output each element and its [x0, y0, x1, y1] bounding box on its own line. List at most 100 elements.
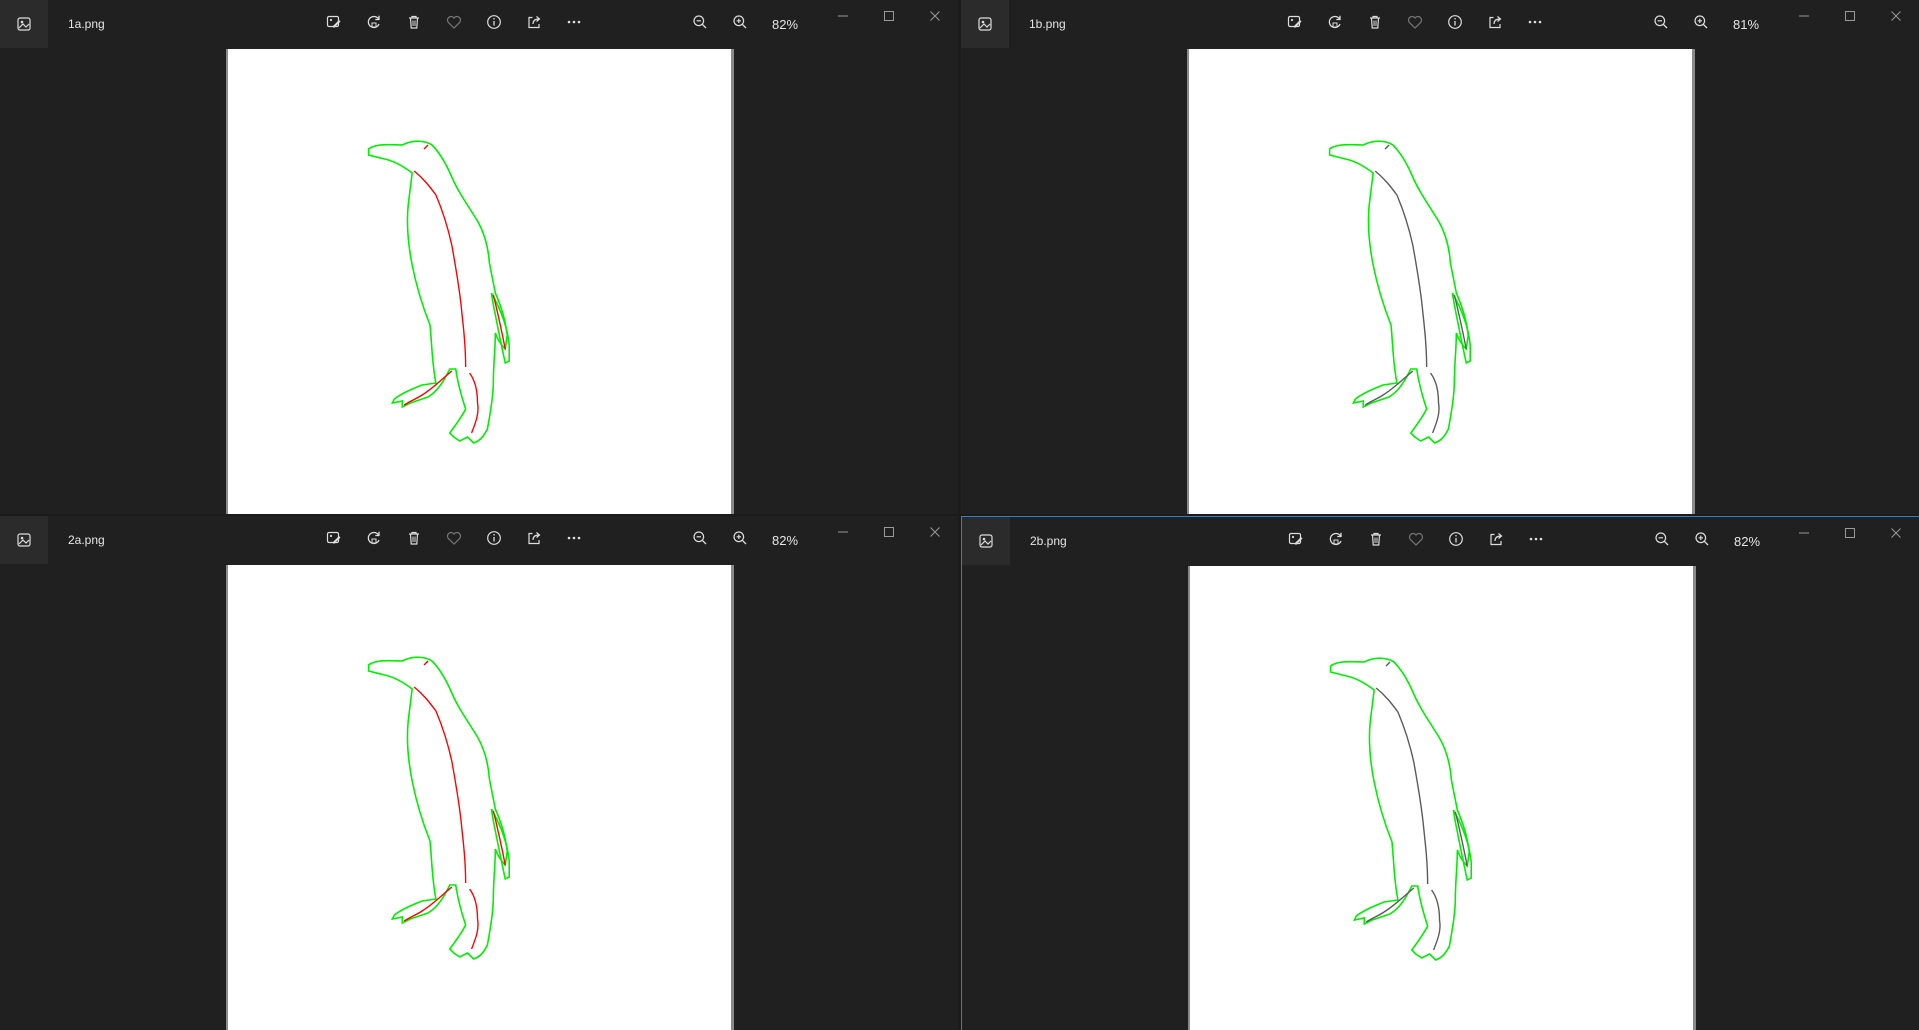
edit-image-button[interactable]	[1275, 12, 1315, 36]
rotate-button[interactable]	[354, 528, 394, 552]
zoom-out-icon	[1654, 531, 1670, 552]
edit-image-button[interactable]	[314, 528, 354, 552]
photo-window-1b: 1b.png 81%	[961, 0, 1919, 514]
minimize-button[interactable]	[1781, 521, 1827, 549]
share-icon	[526, 530, 542, 551]
favorite-button[interactable]	[434, 528, 474, 552]
photos-app-icon[interactable]	[962, 517, 1010, 565]
photos-app-icon[interactable]	[0, 0, 48, 48]
penguin-interior-line	[1430, 372, 1440, 434]
share-button[interactable]	[514, 528, 554, 552]
favorite-button[interactable]	[1395, 12, 1435, 36]
delete-button[interactable]	[1356, 529, 1396, 553]
rotate-button[interactable]	[1316, 529, 1356, 553]
photo-window-2b: 2b.png 82%	[961, 516, 1919, 1030]
title-bar: 1a.png 82%	[0, 0, 958, 48]
zoom-level[interactable]: 81%	[1733, 17, 1759, 32]
zoom-out-button[interactable]	[680, 12, 720, 36]
close-button[interactable]	[912, 4, 958, 32]
zoom-out-button[interactable]	[680, 528, 720, 552]
zoom-controls: 82%	[680, 12, 798, 36]
maximize-button[interactable]	[1827, 521, 1873, 549]
maximize-button[interactable]	[866, 520, 912, 548]
share-button[interactable]	[1476, 529, 1516, 553]
delete-button[interactable]	[394, 528, 434, 552]
more-icon	[1527, 14, 1543, 35]
favorite-button[interactable]	[1396, 529, 1436, 553]
zoom-out-icon	[692, 14, 708, 35]
edit-image-icon	[326, 530, 342, 551]
edit-image-button[interactable]	[314, 12, 354, 36]
zoom-in-icon	[1694, 531, 1710, 552]
photos-app-icon[interactable]	[961, 0, 1009, 48]
window-controls	[1781, 4, 1919, 32]
info-button[interactable]	[1435, 12, 1475, 36]
favorite-icon	[446, 14, 462, 35]
penguin-interior-line	[403, 886, 453, 922]
more-icon	[566, 530, 582, 551]
delete-button[interactable]	[394, 12, 434, 36]
close-button[interactable]	[1873, 4, 1919, 32]
penguin-interior-line	[1374, 170, 1428, 368]
minimize-button[interactable]	[820, 520, 866, 548]
minimize-button[interactable]	[820, 4, 866, 32]
rotate-button[interactable]	[1315, 12, 1355, 36]
maximize-icon	[883, 9, 895, 27]
penguin-outline	[367, 656, 509, 960]
more-button[interactable]	[554, 12, 594, 36]
penguin-interior-line	[1364, 370, 1414, 406]
zoom-level[interactable]: 82%	[772, 533, 798, 548]
zoom-out-button[interactable]	[1642, 529, 1682, 553]
zoom-in-button[interactable]	[1682, 529, 1722, 553]
close-button[interactable]	[912, 520, 958, 548]
zoom-in-button[interactable]	[720, 12, 760, 36]
zoom-controls: 82%	[680, 528, 798, 552]
zoom-out-button[interactable]	[1641, 12, 1681, 36]
favorite-button[interactable]	[434, 12, 474, 36]
info-button[interactable]	[474, 12, 514, 36]
rotate-button[interactable]	[354, 12, 394, 36]
image-canvas	[226, 565, 734, 1030]
maximize-icon	[1844, 526, 1856, 544]
info-button[interactable]	[1436, 529, 1476, 553]
photos-app-icon[interactable]	[0, 516, 48, 564]
rotate-icon	[366, 530, 382, 551]
maximize-icon	[883, 525, 895, 543]
penguin-interior-line	[1384, 144, 1390, 150]
info-icon	[1448, 531, 1464, 552]
photo-window-1a: 1a.png 82%	[0, 0, 958, 514]
close-button[interactable]	[1873, 521, 1919, 549]
more-icon	[1528, 531, 1544, 552]
image-canvas	[1188, 566, 1696, 1030]
zoom-level[interactable]: 82%	[772, 17, 798, 32]
penguin-interior-line	[1431, 889, 1441, 951]
info-icon	[486, 530, 502, 551]
title-bar: 2b.png 82%	[962, 517, 1919, 565]
zoom-out-icon	[692, 530, 708, 551]
penguin-interior-line	[1365, 887, 1415, 923]
image-toolbar	[1275, 12, 1555, 36]
photo-window-2a: 2a.png 82%	[0, 516, 958, 1030]
minimize-icon	[1798, 526, 1810, 544]
more-button[interactable]	[554, 528, 594, 552]
close-icon	[1890, 9, 1902, 27]
penguin-interior-line	[1375, 687, 1429, 885]
delete-button[interactable]	[1355, 12, 1395, 36]
zoom-level[interactable]: 82%	[1734, 534, 1760, 549]
image-canvas	[1187, 49, 1695, 514]
penguin-interior-line	[423, 660, 429, 666]
zoom-in-button[interactable]	[720, 528, 760, 552]
zoom-in-button[interactable]	[1681, 12, 1721, 36]
maximize-button[interactable]	[866, 4, 912, 32]
rotate-icon	[366, 14, 382, 35]
maximize-icon	[1844, 9, 1856, 27]
rotate-icon	[1328, 531, 1344, 552]
maximize-button[interactable]	[1827, 4, 1873, 32]
more-button[interactable]	[1516, 529, 1556, 553]
more-button[interactable]	[1515, 12, 1555, 36]
info-button[interactable]	[474, 528, 514, 552]
edit-image-button[interactable]	[1276, 529, 1316, 553]
minimize-button[interactable]	[1781, 4, 1827, 32]
share-button[interactable]	[1475, 12, 1515, 36]
share-button[interactable]	[514, 12, 554, 36]
